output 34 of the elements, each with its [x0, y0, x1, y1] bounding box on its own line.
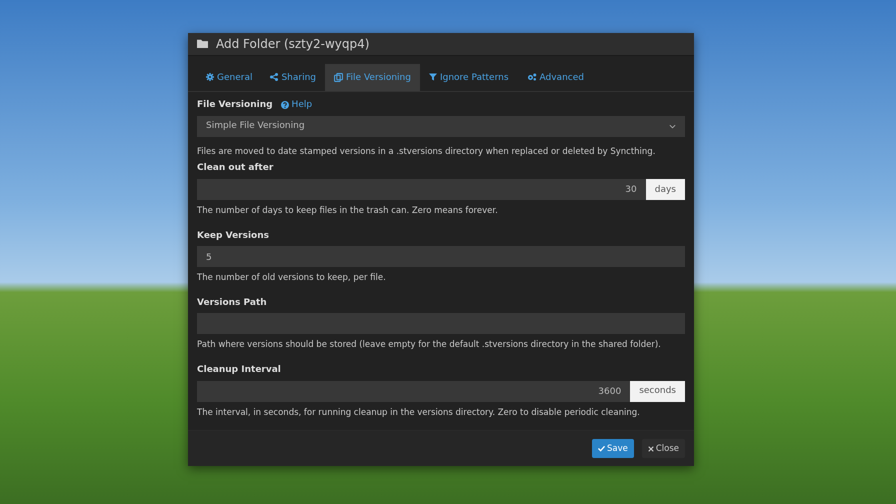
tab[interactable]: Sharing [261, 64, 326, 91]
field-label: File Versioning [197, 98, 273, 111]
help-text: The interval, in seconds, for running cleanup in the versions directory. Zero to disable periodic cleaning. [197, 406, 641, 418]
help-link[interactable]: Help [280, 98, 312, 112]
filter-icon [428, 73, 437, 82]
gears-icon [526, 73, 537, 82]
number-field[interactable]: 3600 [197, 380, 630, 402]
dialog-title: Add Folder (szty2-wyqp4) [216, 36, 370, 53]
gear-icon [206, 73, 214, 82]
close-button[interactable]: Close [642, 439, 685, 458]
select-field[interactable]: Simple File Versioning [197, 116, 685, 136]
field-label: Clean out after [197, 161, 274, 174]
close-icon [648, 446, 654, 452]
field-label: Versions Path [197, 296, 268, 309]
question-icon [280, 100, 289, 109]
field-label: Cleanup Interval [197, 363, 282, 376]
folder-icon [197, 39, 208, 48]
help-text: Path where versions should be stored (leave empty for the default .stversions directory in the shared folder). [197, 338, 662, 351]
help-text: The number of old versions to keep, per file. [197, 271, 387, 284]
help-text: The number of days to keep files in the trash can. Zero means forever. [197, 204, 499, 216]
copy-icon [334, 72, 344, 82]
field-label: Keep Versions [197, 228, 270, 242]
tab[interactable]: Advanced [518, 64, 593, 91]
tab[interactable]: General [197, 64, 262, 91]
tab[interactable]: File Versioning [325, 64, 420, 91]
description-text: Files are moved to date stamped versions in a .stversions directory when replaced or deleted by Syncthing. [197, 144, 656, 158]
number-field[interactable]: 30 [197, 178, 646, 200]
check-icon [598, 445, 605, 452]
tab[interactable]: Ignore Patterns [420, 64, 518, 91]
unit-label: seconds [630, 380, 685, 402]
unit-label: days [646, 178, 685, 200]
text-field[interactable]: 5 [197, 246, 685, 267]
share-icon [270, 73, 278, 82]
save-button[interactable]: Save [592, 439, 634, 458]
